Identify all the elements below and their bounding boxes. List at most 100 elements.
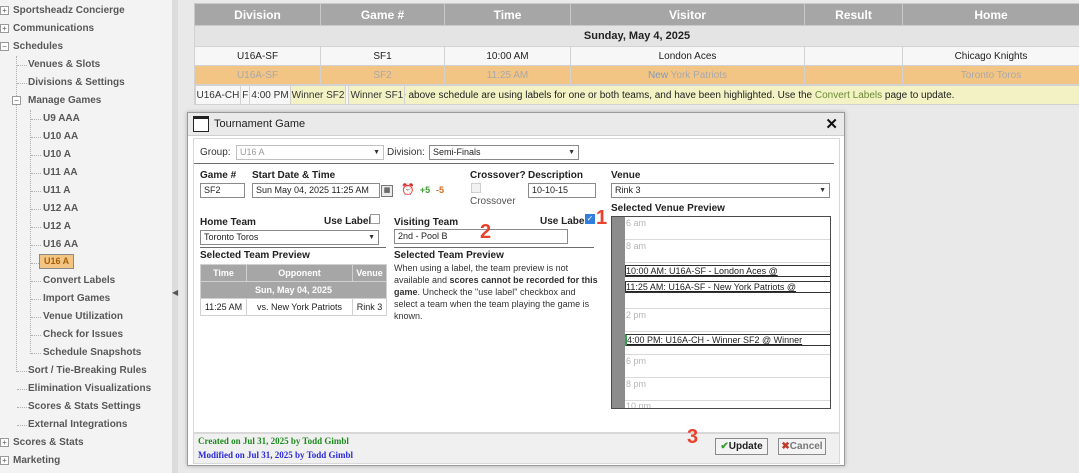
sidebar-item-venues-slots[interactable]: Venues & Slots (28, 56, 100, 74)
column-header: Opponent (246, 264, 353, 282)
sidebar-item-marketing[interactable]: Marketing (13, 452, 60, 470)
description-input[interactable]: 10-10-15 (528, 183, 596, 198)
sidebar-item-u10-aa[interactable]: U10 AA (43, 128, 78, 146)
sidebar-splitter[interactable] (172, 0, 178, 473)
annotation-marker-1: 1 (596, 207, 608, 229)
sidebar-item-u11-a[interactable]: U11 A (43, 182, 70, 200)
sidebar-item-divisions-settings[interactable]: Divisions & Settings (28, 74, 125, 92)
cell-time: 11:25 AM (200, 298, 247, 316)
venue-label: Venue (611, 170, 641, 181)
sidebar-item-schedules[interactable]: Schedules (13, 38, 63, 56)
hour-line (625, 400, 830, 401)
table-row-highlighted[interactable]: U16A-SF SF2 11:25 AM New York Patriots T… (194, 65, 1079, 85)
divider (200, 247, 386, 248)
column-header[interactable]: Visitor (570, 3, 805, 26)
time-label: 6 pm (626, 356, 647, 366)
home-team-select[interactable]: Toronto Toros ▼ (200, 230, 379, 245)
column-header[interactable]: Game # (320, 3, 445, 26)
sidebar-item-manage-games[interactable]: Manage Games (28, 92, 101, 110)
sidebar-item-u16-aa[interactable]: U16 AA (43, 236, 78, 254)
crossover-checkbox[interactable] (471, 183, 481, 193)
expand-icon[interactable]: + (0, 438, 9, 447)
visiting-use-label-checkbox[interactable]: ✓ (585, 214, 595, 224)
table-row[interactable]: U16A-CH F 4:00 PM Winner SF2 Winner SF1 (194, 85, 406, 105)
cell-game: SF1 (320, 46, 445, 66)
cell-opponent: vs. New York Patriots (246, 298, 353, 316)
team-preview-date-row: Sun, May 04, 2025 (200, 281, 387, 299)
home-use-label-text: Use Label (324, 216, 372, 227)
venue-select[interactable]: Rink 3 ▼ (611, 183, 830, 198)
column-header[interactable]: Result (804, 3, 903, 26)
cell-venue: Rink 3 (352, 298, 387, 316)
subtract-5-minutes-icon[interactable]: -5 (434, 184, 446, 196)
game-number-label: Game # (200, 170, 237, 181)
sidebar-item-check-for-issues[interactable]: Check for Issues (43, 326, 123, 344)
group-select[interactable]: U16 A ▼ (236, 145, 384, 160)
venue-slot[interactable]: 11:25 AM: U16A-SF - New York Patriots @ (625, 281, 830, 293)
team-preview-date: Sun, May 04, 2025 (200, 281, 387, 299)
check-icon: ✔ (720, 441, 729, 452)
sidebar-item-convert-labels[interactable]: Convert Labels (43, 272, 115, 290)
sidebar-item-scores-stats-settings[interactable]: Scores & Stats Settings (28, 398, 141, 416)
cell-result (804, 46, 903, 66)
column-header[interactable]: Home (902, 3, 1079, 26)
home-team-value: Toronto Toros (204, 232, 259, 242)
divider (394, 247, 594, 248)
tournament-game-dialog: Tournament Game ✕ Group: U16 A ▼ Division… (187, 112, 845, 466)
home-use-label-checkbox[interactable] (370, 214, 380, 224)
dialog-body: Group: U16 A ▼ Division: Semi-Finals ▼ Gam… (193, 138, 840, 433)
hour-line (625, 308, 830, 309)
expand-icon[interactable]: + (0, 456, 9, 465)
sidebar-item-u9-aaa[interactable]: U9 AAA (43, 110, 80, 128)
update-button[interactable]: ✔Update (715, 438, 768, 455)
cell-division: U16A-CH (194, 85, 242, 105)
schedule-table: Division Game # Time Visitor Result Home… (194, 3, 1079, 105)
collapse-sidebar-icon[interactable]: ◀ (172, 288, 178, 297)
calendar-icon[interactable]: ▦ (381, 185, 393, 197)
update-label: Update (728, 441, 763, 452)
annotation-marker-2: 2 (480, 221, 492, 243)
sidebar-item-venue-utilization[interactable]: Venue Utilization (43, 308, 123, 326)
sidebar-item-concierge[interactable]: Sportsheadz Concierge (13, 2, 125, 20)
sidebar-item-u12-a[interactable]: U12 A (43, 218, 71, 236)
sidebar-item-schedule-snapshots[interactable]: Schedule Snapshots (43, 344, 141, 362)
venue-preview-gutter (612, 217, 625, 408)
sidebar-item-scores-stats[interactable]: Scores & Stats (13, 434, 84, 452)
sidebar-item-communications[interactable]: Communications (13, 20, 94, 38)
start-datetime-input[interactable]: Sun May 04, 2025 11:25 AM (252, 183, 380, 198)
collapse-icon[interactable]: − (0, 42, 9, 51)
venue-slot[interactable]: 4:00 PM: U16A-CH - Winner SF2 @ Winner (625, 334, 830, 346)
dialog-titlebar[interactable]: Tournament Game ✕ (188, 113, 844, 136)
expand-icon[interactable]: + (0, 6, 9, 15)
schedule-date: Sunday, May 4, 2025 (194, 25, 1079, 47)
sidebar-item-u12-aa[interactable]: U12 AA (43, 200, 78, 218)
game-number-input[interactable]: SF2 (200, 183, 245, 198)
sidebar-item-u11-aa[interactable]: U11 AA (43, 164, 78, 182)
sidebar-item-elimination-visualizations[interactable]: Elimination Visualizations (28, 380, 151, 398)
sidebar-item-import-games[interactable]: Import Games (43, 290, 110, 308)
cell-division: U16A-SF (194, 46, 321, 66)
convert-labels-link[interactable]: Convert Labels (815, 90, 882, 101)
cancel-button[interactable]: ✖Cancel (778, 438, 826, 455)
close-icon[interactable]: ✕ (825, 115, 838, 133)
cell-division: U16A-SF (194, 65, 321, 85)
division-select[interactable]: Semi-Finals ▼ (429, 145, 579, 160)
venue-preview[interactable]: 6 am 8 am 10:00 AM: U16A-SF - London Ace… (611, 216, 831, 409)
venue-value: Rink 3 (615, 185, 641, 195)
collapse-icon[interactable]: − (12, 96, 21, 105)
sidebar-item-u16-a[interactable]: U16 A (39, 254, 75, 269)
add-5-minutes-icon[interactable]: +5 (419, 184, 431, 196)
cell-game: SF2 (320, 65, 445, 85)
time-label: 8 am (626, 241, 647, 251)
alarm-clock-icon[interactable]: ⏰ (401, 184, 415, 196)
chevron-down-icon: ▼ (568, 149, 575, 156)
sidebar-item-external-integrations[interactable]: External Integrations (28, 416, 127, 434)
table-row: 11:25 AM vs. New York Patriots Rink 3 (200, 298, 387, 316)
sidebar-item-sort-tie-breaking[interactable]: Sort / Tie-Breaking Rules (28, 362, 147, 380)
column-header[interactable]: Division (194, 3, 321, 26)
sidebar-item-u10-a[interactable]: U10 A (43, 146, 71, 164)
table-row[interactable]: U16A-SF SF1 10:00 AM London Aces Chicago… (194, 46, 1079, 66)
venue-slot[interactable]: 10:00 AM: U16A-SF - London Aces @ (625, 265, 830, 277)
column-header[interactable]: Time (444, 3, 571, 26)
expand-icon[interactable]: + (0, 24, 9, 33)
